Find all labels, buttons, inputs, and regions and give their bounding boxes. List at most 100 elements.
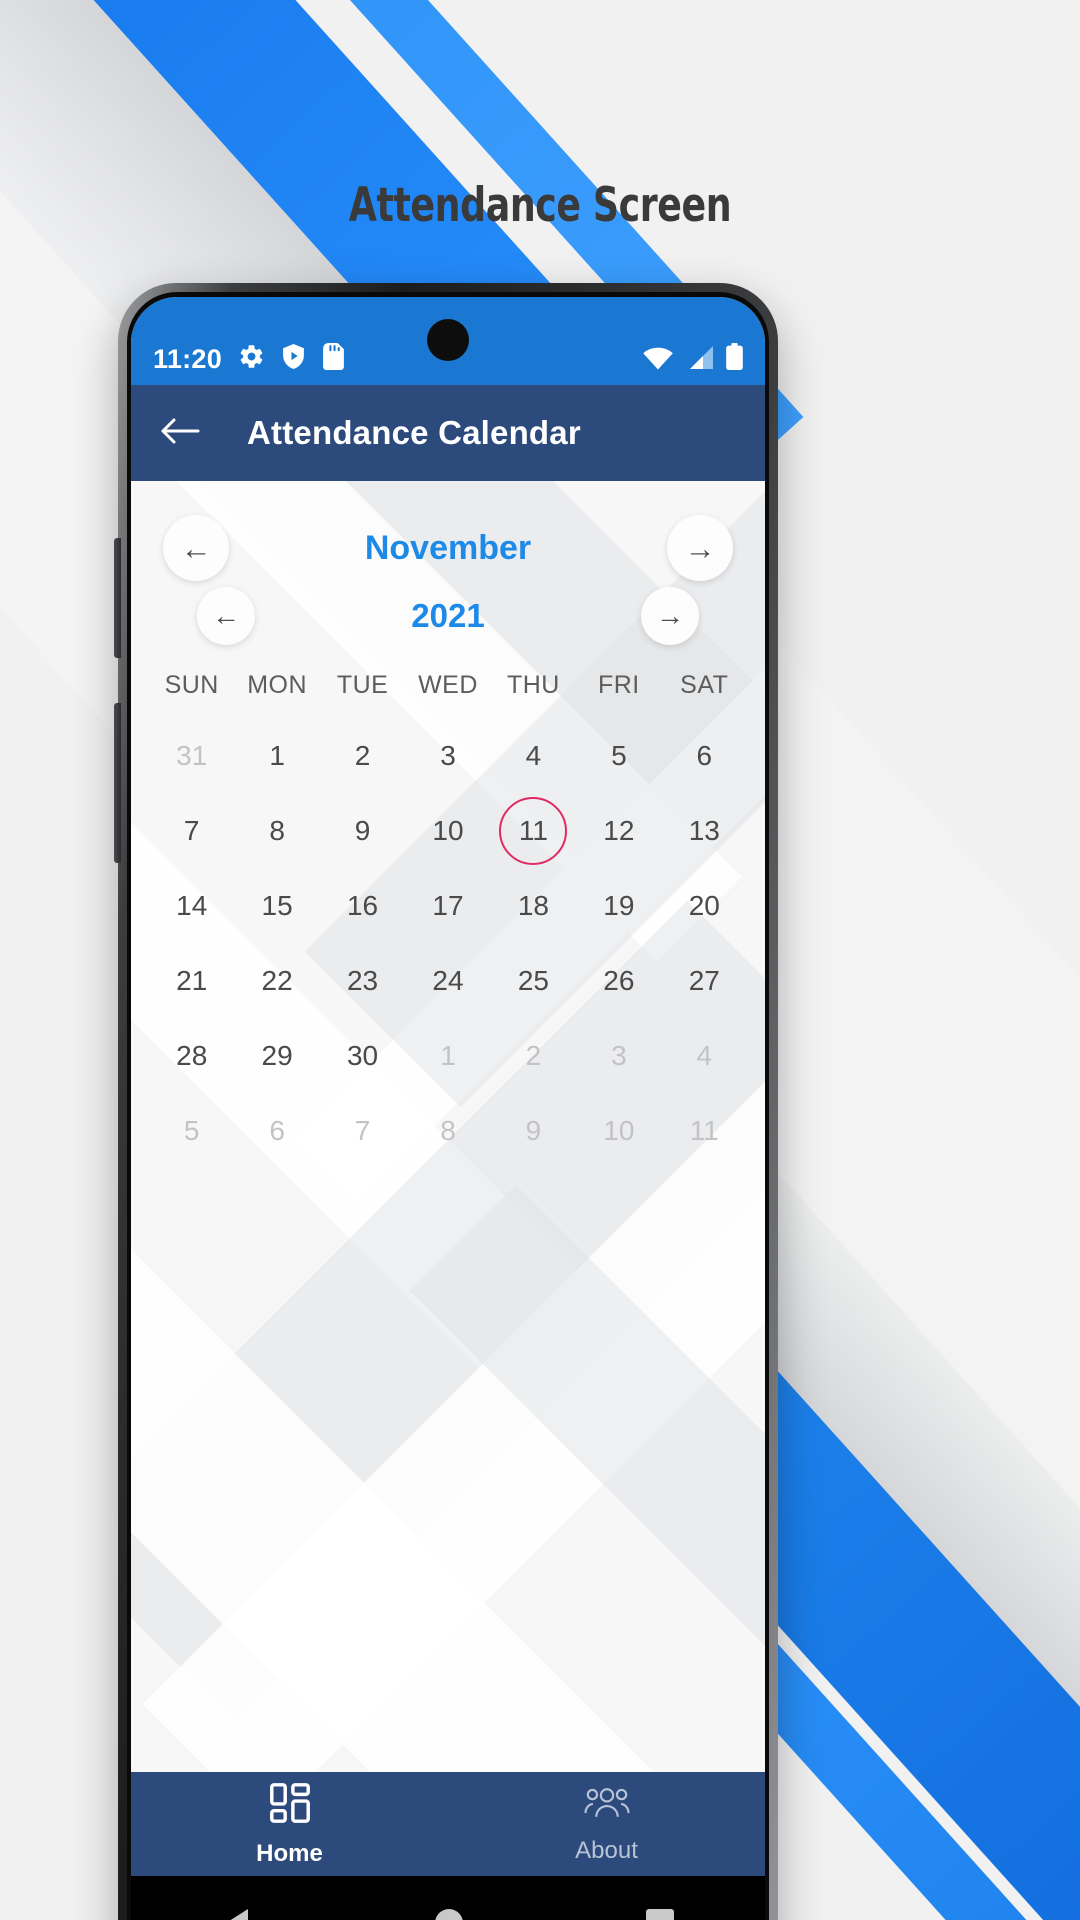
- calendar-day-cell[interactable]: 1: [405, 1018, 490, 1093]
- calendar-day-cell[interactable]: 23: [320, 943, 405, 1018]
- calendar-day-cell[interactable]: 26: [576, 943, 661, 1018]
- calendar-day-cell[interactable]: 5: [576, 718, 661, 793]
- calendar-day-number: 21: [176, 964, 208, 996]
- app-bar-title: Attendance Calendar: [247, 414, 581, 451]
- recents-square-icon: [646, 1908, 674, 1920]
- calendar-day-cell[interactable]: 6: [662, 718, 747, 793]
- calendar-day-number: 16: [346, 889, 379, 921]
- phone-mockup: 11:20 Attendance Calendar ← November → ←…: [114, 283, 778, 1920]
- phone-side-button-power[interactable]: [114, 703, 121, 863]
- bottom-nav-item-about[interactable]: About: [448, 1772, 765, 1876]
- calendar-day-number: 14: [176, 889, 208, 921]
- calendar-day-cell[interactable]: 3: [405, 718, 490, 793]
- calendar-day-cell[interactable]: 14: [149, 868, 234, 943]
- calendar-day-number: 8: [269, 814, 285, 846]
- phone-side-button-volume[interactable]: [114, 538, 121, 658]
- calendar-content: ← November → ← 2021 → SUN MON TUE WED THU FRI…: [131, 515, 765, 1168]
- wifi-icon: [642, 345, 674, 375]
- year-label: 2021: [411, 597, 485, 634]
- calendar-day-number: 20: [688, 889, 720, 921]
- status-bar-right-cluster: [642, 343, 743, 375]
- calendar-day-number: 5: [183, 1114, 200, 1146]
- calendar-day-cell[interactable]: 10: [405, 793, 490, 868]
- calendar-day-cell[interactable]: 12: [576, 793, 661, 868]
- weekday-header-sun: SUN: [164, 671, 219, 699]
- calendar-screen: ← November → ← 2021 → SUN MON TUE WED THU FRI…: [131, 481, 765, 1772]
- calendar-day-cell[interactable]: 2: [491, 1018, 576, 1093]
- system-back-button[interactable]: [222, 1907, 252, 1920]
- calendar-day-cell[interactable]: 9: [491, 1093, 576, 1168]
- calendar-day-cell[interactable]: 20: [662, 868, 747, 943]
- calendar-day-number: 27: [688, 964, 720, 996]
- calendar-day-cell[interactable]: 7: [320, 1093, 405, 1168]
- calendar-day-number: 2: [525, 1039, 542, 1071]
- back-button[interactable]: [157, 410, 203, 456]
- shield-play-icon: [281, 343, 306, 375]
- calendar-day-cell[interactable]: 4: [491, 718, 576, 793]
- gear-icon: [238, 343, 265, 375]
- calendar-day-cell[interactable]: 16: [320, 868, 405, 943]
- system-home-button[interactable]: [434, 1908, 464, 1920]
- calendar-day-cell[interactable]: 27: [662, 943, 747, 1018]
- calendar-day-cell[interactable]: 28: [149, 1018, 234, 1093]
- previous-year-button[interactable]: ←: [197, 587, 255, 645]
- sd-card-icon: [322, 343, 345, 375]
- system-recents-button[interactable]: [646, 1908, 674, 1920]
- bottom-nav-label-about: About: [575, 1837, 638, 1864]
- calendar-day-cell[interactable]: 21: [149, 943, 234, 1018]
- calendar-day-number: 25: [517, 964, 549, 996]
- calendar-day-number: 9: [525, 1114, 542, 1146]
- weekday-header-row: SUN MON TUE WED THU FRI SAT: [139, 671, 757, 700]
- calendar-day-cell[interactable]: 11: [662, 1093, 747, 1168]
- back-triangle-icon: [222, 1907, 252, 1920]
- calendar-day-cell[interactable]: 24: [405, 943, 490, 1018]
- calendar-day-cell[interactable]: 19: [576, 868, 661, 943]
- bottom-nav-item-home[interactable]: Home: [131, 1772, 448, 1876]
- next-month-button[interactable]: →: [667, 515, 733, 581]
- calendar-day-number: 7: [354, 1114, 371, 1146]
- calendar-day-cell[interactable]: 22: [234, 943, 319, 1018]
- weekday-header-tue: TUE: [336, 671, 389, 699]
- calendar-day-number: 5: [611, 739, 627, 771]
- calendar-day-cell[interactable]: 1: [234, 718, 319, 793]
- calendar-day-cell[interactable]: 30: [320, 1018, 405, 1093]
- calendar-day-selected[interactable]: 11: [491, 793, 576, 868]
- calendar-day-cell[interactable]: 17: [405, 868, 490, 943]
- calendar-day-cell[interactable]: 4: [662, 1018, 747, 1093]
- calendar-day-number: 15: [261, 889, 293, 921]
- calendar-day-cell[interactable]: 8: [405, 1093, 490, 1168]
- month-label: November: [364, 528, 532, 567]
- calendar-day-cell[interactable]: 25: [491, 943, 576, 1018]
- calendar-day-cell[interactable]: 10: [576, 1093, 661, 1168]
- calendar-day-number: 4: [525, 739, 542, 771]
- calendar-day-cell[interactable]: 3: [576, 1018, 661, 1093]
- calendar-day-number: 19: [603, 889, 635, 921]
- calendar-day-number: 7: [183, 814, 200, 846]
- calendar-day-grid: 31 1 2 3 4 5 6 7 8 9 10 11 12 13 14 15 16 17 18 19 20 21 22 23 2…: [139, 718, 757, 1168]
- calendar-day-cell[interactable]: 8: [234, 793, 319, 868]
- app-bar: Attendance Calendar: [131, 385, 765, 481]
- calendar-day-cell[interactable]: 15: [234, 868, 319, 943]
- calendar-day-cell[interactable]: 31: [149, 718, 234, 793]
- calendar-day-cell[interactable]: 7: [149, 793, 234, 868]
- calendar-day-number: 11: [499, 796, 568, 865]
- calendar-day-cell[interactable]: 6: [234, 1093, 319, 1168]
- weekday-header-sat: SAT: [680, 671, 729, 699]
- calendar-day-number: 3: [440, 739, 456, 771]
- phone-screen: 11:20 Attendance Calendar ← November → ←…: [131, 297, 765, 1920]
- people-group-icon: [583, 1783, 630, 1828]
- bottom-navigation-bar: Home About: [131, 1772, 765, 1876]
- bottom-nav-label-home: Home: [256, 1840, 323, 1867]
- calendar-day-number: 12: [603, 814, 635, 846]
- calendar-day-cell[interactable]: 5: [149, 1093, 234, 1168]
- calendar-day-cell[interactable]: 13: [662, 793, 747, 868]
- weekday-header-thu: THU: [506, 671, 560, 699]
- calendar-day-cell[interactable]: 2: [320, 718, 405, 793]
- calendar-day-cell[interactable]: 29: [234, 1018, 319, 1093]
- status-bar-clock: 11:20: [153, 343, 223, 374]
- calendar-day-number: 3: [611, 1039, 627, 1071]
- next-year-button[interactable]: →: [640, 587, 699, 645]
- previous-month-button[interactable]: ←: [163, 515, 229, 581]
- calendar-day-cell[interactable]: 18: [491, 868, 576, 943]
- calendar-day-cell[interactable]: 9: [320, 793, 405, 868]
